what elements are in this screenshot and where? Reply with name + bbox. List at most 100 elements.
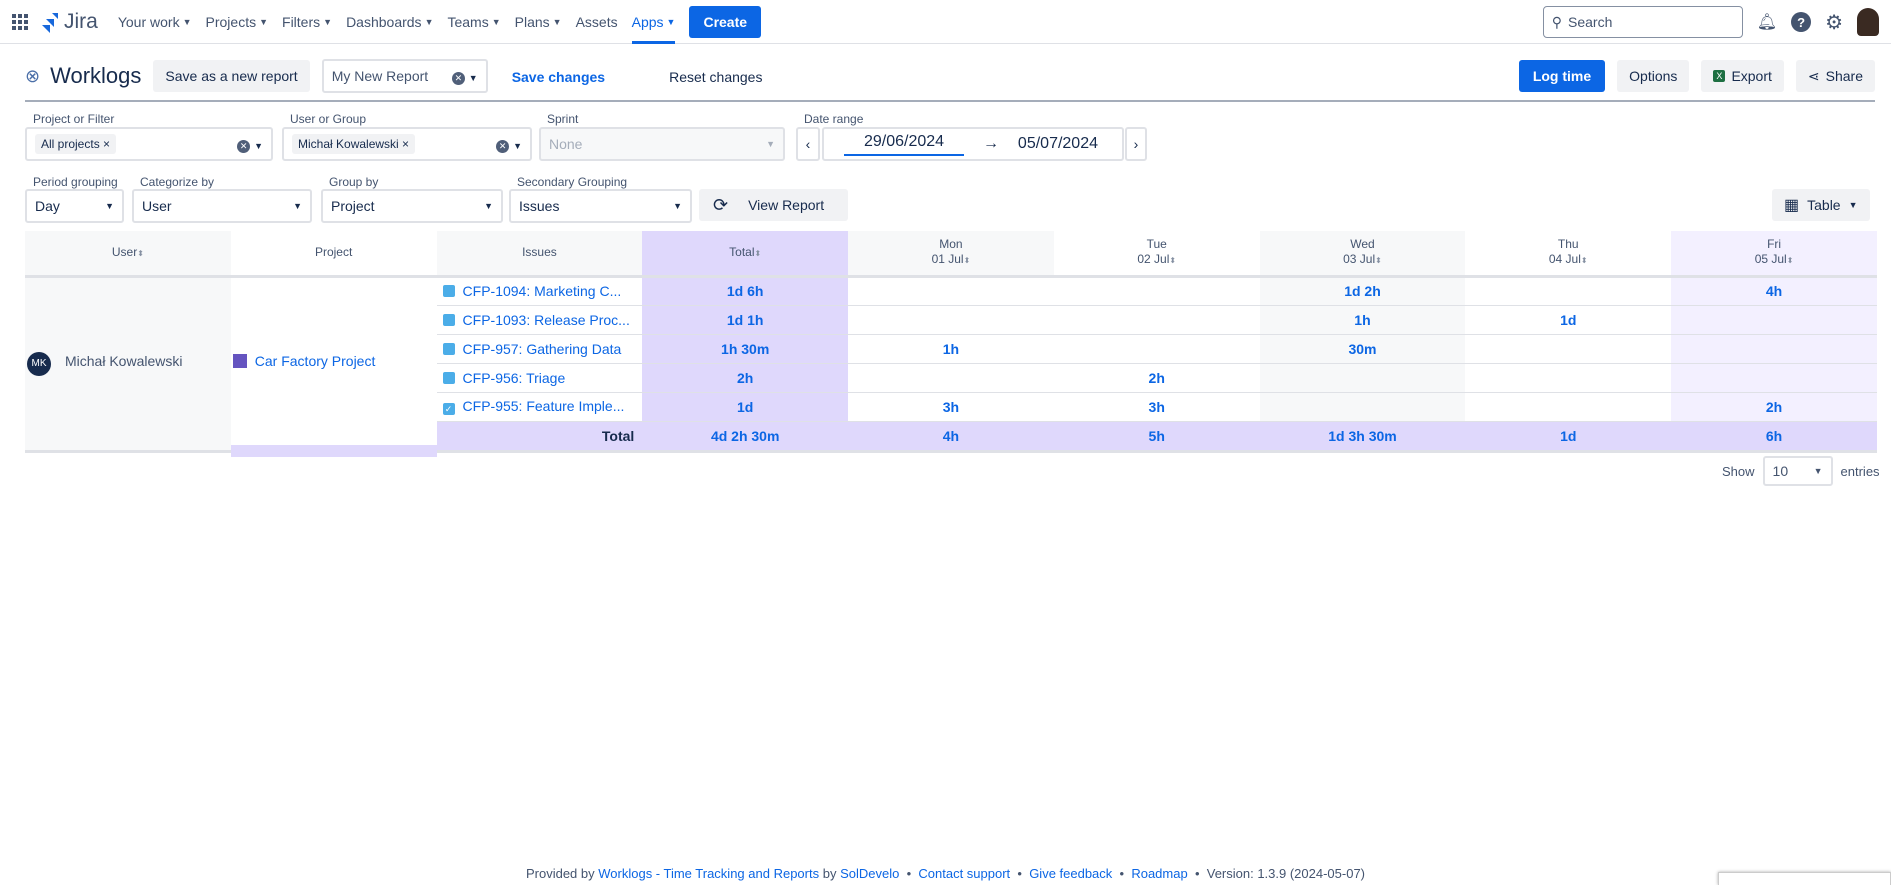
share-button[interactable]: ⋖ Share bbox=[1795, 60, 1875, 92]
date-range-input[interactable]: 29/06/2024 → 05/07/2024 bbox=[822, 127, 1124, 161]
day-cell-wed: 1h bbox=[1259, 305, 1466, 335]
column-header-wed[interactable]: Wed 03 Jul⬍ bbox=[1259, 231, 1466, 278]
column-header-total[interactable]: Total⬍ bbox=[642, 231, 849, 278]
issue-cell[interactable]: CFP-956: Triage bbox=[436, 363, 643, 393]
view-mode-select[interactable]: ▦ Table ▼ bbox=[1772, 189, 1870, 221]
day-cell-fri: 2h bbox=[1671, 392, 1877, 422]
export-button[interactable]: X Export bbox=[1701, 60, 1784, 92]
clear-icon[interactable]: ✕ bbox=[496, 139, 510, 153]
story-icon bbox=[442, 342, 455, 355]
vendor-link[interactable]: SolDevelo bbox=[840, 866, 899, 881]
sort-icon[interactable]: ⬍ bbox=[137, 249, 144, 258]
user-filter-select[interactable]: Michał Kowalewski × ✕ ▼ bbox=[282, 127, 532, 161]
sort-icon[interactable]: ⬍ bbox=[1169, 256, 1176, 265]
jira-logo[interactable]: Jira bbox=[40, 10, 98, 34]
chevron-down-icon: ▼ bbox=[766, 139, 775, 149]
column-header-mon[interactable]: Mon 01 Jul⬍ bbox=[848, 231, 1054, 278]
chevron-down-icon: ▼ bbox=[666, 16, 676, 27]
day-cell-mon bbox=[848, 363, 1054, 393]
project-filter-select[interactable]: All projects × ✕ ▼ bbox=[25, 127, 273, 161]
secondary-grouping-select[interactable]: Issues ▼ bbox=[509, 189, 692, 223]
contact-support-link[interactable]: Contact support bbox=[918, 866, 1010, 881]
save-changes-link[interactable]: Save changes bbox=[512, 69, 605, 85]
day-cell-wed: 30m bbox=[1259, 334, 1466, 364]
app-switcher-icon[interactable] bbox=[12, 13, 28, 30]
project-link[interactable]: Car Factory Project bbox=[255, 353, 376, 369]
date-range-label: Date range bbox=[804, 112, 864, 126]
app-link[interactable]: Worklogs - Time Tracking and Reports bbox=[598, 866, 819, 881]
chevron-down-icon: ▼ bbox=[254, 140, 263, 151]
secondary-grouping-label: Secondary Grouping bbox=[517, 175, 628, 189]
date-next-button[interactable]: › bbox=[1125, 127, 1147, 161]
column-header-user[interactable]: User⬍ bbox=[25, 231, 231, 278]
options-button[interactable]: Options bbox=[1617, 60, 1690, 92]
log-time-button[interactable]: Log time bbox=[1518, 60, 1606, 92]
nav-apps[interactable]: Apps ▼ bbox=[631, 0, 676, 44]
profile-avatar[interactable] bbox=[1857, 8, 1879, 36]
date-to[interactable]: 05/07/2024 bbox=[1018, 135, 1102, 153]
pagination: Show 10 ▼ entries bbox=[1722, 456, 1880, 486]
categorize-by-select[interactable]: User ▼ bbox=[132, 189, 312, 223]
total-cell: 1d 6h bbox=[642, 276, 849, 306]
issue-link[interactable]: CFP-1093: Release Proc... bbox=[463, 312, 630, 328]
date-prev-button[interactable]: ‹ bbox=[796, 127, 820, 161]
issue-cell[interactable]: CFP-1094: Marketing C... bbox=[436, 276, 643, 306]
remove-tag-icon[interactable]: × bbox=[402, 137, 409, 151]
issue-link[interactable]: CFP-956: Triage bbox=[463, 370, 566, 386]
day-cell-mon: 1h bbox=[848, 334, 1054, 364]
chevron-down-icon: ▼ bbox=[468, 72, 478, 83]
save-as-new-report-button[interactable]: Save as a new report bbox=[153, 60, 310, 92]
project-filter-label: Project or Filter bbox=[33, 112, 115, 126]
chevron-down-icon: ▼ bbox=[484, 201, 493, 211]
jira-wordmark: Jira bbox=[64, 9, 98, 33]
issue-link[interactable]: CFP-1094: Marketing C... bbox=[463, 283, 622, 299]
sort-icon[interactable]: ⬍ bbox=[1375, 256, 1382, 265]
nav-assets[interactable]: Assets bbox=[576, 0, 618, 44]
help-icon[interactable]: ? bbox=[1791, 12, 1812, 32]
refresh-icon: ⟳ bbox=[713, 194, 729, 215]
day-total-cell-tue: 5h bbox=[1053, 421, 1260, 453]
sort-icon[interactable]: ⬍ bbox=[755, 249, 762, 258]
nav-dashboards[interactable]: Dashboards ▼ bbox=[346, 0, 433, 44]
issue-link[interactable]: CFP-957: Gathering Data bbox=[463, 341, 622, 357]
total-cell: 1d bbox=[642, 392, 849, 422]
nav-your-work[interactable]: Your work ▼ bbox=[118, 0, 192, 44]
story-icon bbox=[442, 371, 455, 384]
remove-tag-icon[interactable]: × bbox=[103, 137, 110, 151]
nav-filters[interactable]: Filters ▼ bbox=[282, 0, 332, 44]
notifications-icon[interactable]: 🔔︎ bbox=[1757, 12, 1777, 32]
period-grouping-select[interactable]: Day ▼ bbox=[25, 189, 124, 223]
issue-cell[interactable]: CFP-957: Gathering Data bbox=[436, 334, 643, 364]
project-tag: All projects × bbox=[35, 134, 117, 154]
settings-icon[interactable]: ⚙ bbox=[1825, 10, 1843, 35]
issue-cell[interactable]: ✓ CFP-955: Feature Imple... bbox=[436, 392, 643, 422]
report-select[interactable]: My New Report ✕ ▼ bbox=[321, 59, 488, 93]
user-name[interactable]: Michał Kowalewski bbox=[65, 353, 182, 369]
user-cell: MK Michał Kowalewski bbox=[25, 276, 231, 453]
search-input[interactable]: ⚲ Search bbox=[1542, 6, 1743, 38]
roadmap-link[interactable]: Roadmap bbox=[1131, 866, 1187, 881]
date-from[interactable]: 29/06/2024 bbox=[844, 133, 965, 156]
clear-icon[interactable]: ✕ bbox=[451, 71, 465, 85]
day-cell-tue bbox=[1053, 334, 1260, 364]
create-button[interactable]: Create bbox=[689, 5, 762, 38]
entries-per-page-select[interactable]: 10 ▼ bbox=[1762, 456, 1833, 486]
floating-widget[interactable] bbox=[1718, 872, 1891, 885]
view-report-button[interactable]: ⟳ View Report bbox=[699, 189, 848, 221]
search-icon: ⚲ bbox=[1551, 13, 1563, 30]
nav-teams[interactable]: Teams ▼ bbox=[447, 0, 500, 44]
sort-icon[interactable]: ⬍ bbox=[1787, 256, 1794, 265]
issue-link[interactable]: CFP-955: Feature Imple... bbox=[463, 398, 625, 414]
column-header-tue[interactable]: Tue 02 Jul⬍ bbox=[1053, 231, 1260, 278]
sort-icon[interactable]: ⬍ bbox=[1581, 256, 1588, 265]
sort-icon[interactable]: ⬍ bbox=[964, 256, 971, 265]
nav-projects[interactable]: Projects ▼ bbox=[206, 0, 269, 44]
column-header-fri[interactable]: Fri 05 Jul⬍ bbox=[1671, 231, 1877, 278]
group-by-select[interactable]: Project ▼ bbox=[321, 189, 503, 223]
column-header-thu[interactable]: Thu 04 Jul⬍ bbox=[1465, 231, 1672, 278]
reset-changes-link[interactable]: Reset changes bbox=[669, 69, 762, 85]
issue-cell[interactable]: CFP-1093: Release Proc... bbox=[436, 305, 643, 335]
give-feedback-link[interactable]: Give feedback bbox=[1029, 866, 1112, 881]
nav-plans[interactable]: Plans ▼ bbox=[515, 0, 562, 44]
clear-icon[interactable]: ✕ bbox=[237, 139, 251, 153]
